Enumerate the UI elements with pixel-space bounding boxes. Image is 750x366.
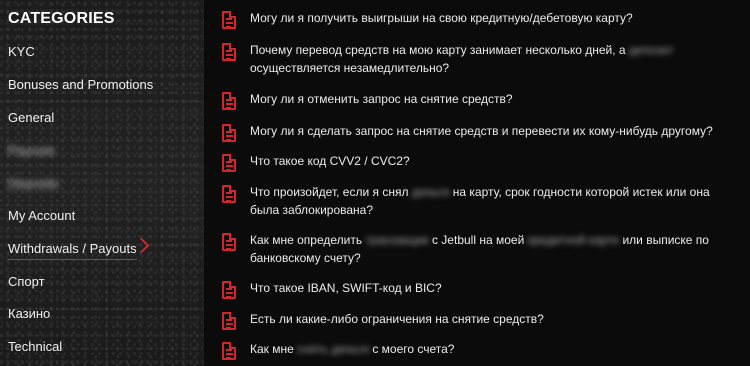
document-icon — [222, 312, 236, 330]
category-my-account[interactable]: My Account — [8, 208, 75, 223]
categories-sidebar: CATEGORIES KYC Bonuses and Promotions Ge… — [0, 0, 204, 366]
document-icon — [222, 92, 236, 110]
faq-question-2[interactable]: Почему перевод средств на мою карту зани… — [222, 43, 742, 77]
category-kyc[interactable]: KYC — [8, 44, 35, 59]
document-icon — [222, 43, 236, 61]
faq-question-text[interactable]: Что такое код CVV2 / CVC2? — [250, 152, 410, 170]
document-icon — [222, 154, 236, 172]
faq-question-text[interactable]: Как мне определить транзакции с Jetbull … — [250, 231, 742, 267]
category-sport[interactable]: Спорт — [8, 274, 45, 289]
faq-question-7[interactable]: Как мне определить транзакции с Jetbull … — [222, 233, 742, 267]
category-casino[interactable]: Казино — [8, 306, 50, 321]
category-withdrawals-payouts[interactable]: Withdrawals / Payouts — [8, 241, 137, 260]
faq-question-text[interactable]: Могу ли я отменить запрос на снятие сред… — [250, 90, 513, 108]
category-technical[interactable]: Technical — [8, 339, 62, 354]
document-icon — [222, 342, 236, 360]
category-blurred-2[interactable]: Deposits — [8, 176, 59, 191]
faq-question-10[interactable]: Как мне снять деньги с моего счета? — [222, 342, 742, 360]
document-icon — [222, 124, 236, 142]
category-general[interactable]: General — [8, 110, 54, 125]
faq-question-list: Могу ли я получить выигрыши на свою кред… — [204, 0, 750, 366]
faq-question-5[interactable]: Что такое код CVV2 / CVC2? — [222, 154, 742, 172]
faq-question-6[interactable]: Что произойдет, если я снял деньги на ка… — [222, 185, 742, 219]
faq-question-4[interactable]: Могу ли я сделать запрос на снятие средс… — [222, 124, 742, 142]
category-blurred-1[interactable]: Payouts — [8, 143, 55, 158]
faq-question-text[interactable]: Могу ли я получить выигрыши на свою кред… — [250, 9, 633, 27]
document-icon — [222, 185, 236, 203]
faq-question-text[interactable]: Почему перевод средств на мою карту зани… — [250, 41, 742, 77]
faq-question-text[interactable]: Что такое IBAN, SWIFT-код и BIC? — [250, 279, 442, 297]
faq-question-text[interactable]: Как мне снять деньги с моего счета? — [250, 340, 454, 358]
faq-question-3[interactable]: Могу ли я отменить запрос на снятие сред… — [222, 92, 742, 110]
faq-question-8[interactable]: Что такое IBAN, SWIFT-код и BIC? — [222, 281, 742, 299]
categories-title: CATEGORIES — [8, 10, 115, 27]
document-icon — [222, 233, 236, 251]
faq-question-text[interactable]: Что произойдет, если я снял деньги на ка… — [250, 183, 742, 219]
faq-question-9[interactable]: Есть ли какие-либо ограничения на снятие… — [222, 312, 742, 330]
faq-question-text[interactable]: Могу ли я сделать запрос на снятие средс… — [250, 122, 713, 140]
faq-question-1[interactable]: Могу ли я получить выигрыши на свою кред… — [222, 11, 742, 29]
category-bonuses-and-promotions[interactable]: Bonuses and Promotions — [8, 77, 153, 92]
document-icon — [222, 281, 236, 299]
document-icon — [222, 11, 236, 29]
faq-question-text[interactable]: Есть ли какие-либо ограничения на снятие… — [250, 310, 544, 328]
